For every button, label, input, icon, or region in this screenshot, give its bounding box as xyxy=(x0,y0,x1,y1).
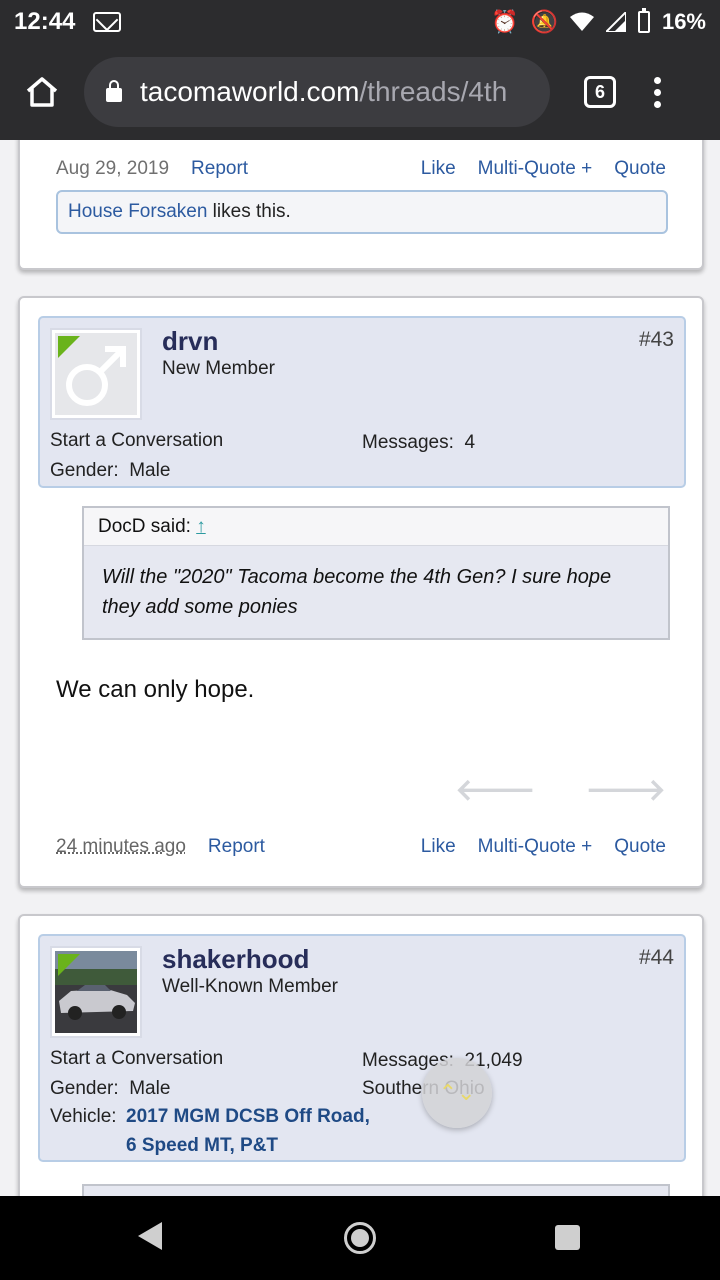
lock-icon xyxy=(106,80,122,102)
post-footer: 24 minutes ago Report Like Multi-Quote +… xyxy=(56,832,666,862)
battery-icon xyxy=(637,8,650,33)
post-number[interactable]: #43 xyxy=(639,328,674,352)
wifi-icon xyxy=(569,12,594,31)
browser-toolbar: tacomaworld.com/threads/4th 6 xyxy=(0,44,720,140)
user-title: Well-Known Member xyxy=(162,976,338,997)
post-body: We can only hope. xyxy=(56,676,255,703)
system-nav-bar xyxy=(0,1196,720,1280)
page-content: Aug 29, 2019 Report Like Multi-Quote + Q… xyxy=(0,140,720,1196)
start-conversation-link[interactable]: Start a Conversation xyxy=(50,1048,223,1070)
multi-quote-link[interactable]: Multi-Quote + xyxy=(478,158,593,180)
status-icons: ⏰ 🔕 16% xyxy=(491,8,706,35)
status-bar: 12:44 ⏰ 🔕 16% xyxy=(0,0,720,44)
online-indicator xyxy=(58,954,80,976)
overflow-menu-button[interactable] xyxy=(654,76,661,108)
quote-text: Will the "2020" Tacoma become the 4th Ge… xyxy=(102,566,612,618)
avatar[interactable] xyxy=(50,328,142,420)
battery-percent: 16% xyxy=(661,9,706,34)
quote-jump-link[interactable]: ↑ xyxy=(196,516,206,537)
vehicle-value-line2: 6 Speed MT, P&T xyxy=(126,1135,279,1156)
chevrons-icon: ⌃⌄ xyxy=(438,1080,476,1105)
alarm-icon: ⏰ xyxy=(491,9,519,34)
arrow-right-icon[interactable]: 🡒 xyxy=(586,772,666,808)
gender-info: Gender: Male xyxy=(50,1078,171,1099)
user-title: New Member xyxy=(162,358,275,379)
quote-block: DocD said: ↑ Will the "2020" Tacoma beco… xyxy=(82,506,670,640)
post-number[interactable]: #44 xyxy=(639,946,674,970)
home-icon xyxy=(26,77,58,107)
quote-link[interactable]: Quote xyxy=(614,836,666,858)
user-info-block: drvn New Member #43 Start a Conversation… xyxy=(38,316,686,488)
scroll-floating-button[interactable]: ⌃⌄ xyxy=(422,1058,492,1128)
url-text: tacomaworld.com/threads/4th xyxy=(140,76,508,107)
post-card-44: shakerhood Well-Known Member #44 Start a… xyxy=(18,914,704,1196)
gender-info: Gender: Male xyxy=(50,460,171,481)
quote-header: DocD said: ↑ xyxy=(84,508,668,546)
silent-icon: 🔕 xyxy=(530,9,558,34)
post-footer: Aug 29, 2019 Report Like Multi-Quote + Q… xyxy=(56,154,666,184)
like-link[interactable]: Like xyxy=(421,836,456,858)
home-button[interactable] xyxy=(0,44,84,140)
liker-link[interactable]: House Forsaken xyxy=(68,201,207,222)
post-card-42: Aug 29, 2019 Report Like Multi-Quote + Q… xyxy=(18,140,704,270)
signal-icon xyxy=(605,12,626,32)
vehicle-value-line1: 2017 MGM DCSB Off Road, xyxy=(126,1106,370,1127)
avatar[interactable] xyxy=(50,946,142,1038)
username[interactable]: shakerhood xyxy=(162,944,309,975)
back-icon[interactable] xyxy=(138,1222,162,1250)
multi-quote-link[interactable]: Multi-Quote + xyxy=(478,836,593,858)
address-bar[interactable]: tacomaworld.com/threads/4th xyxy=(84,57,550,127)
vehicle-label: Vehicle: xyxy=(50,1106,117,1127)
user-info-block: shakerhood Well-Known Member #44 Start a… xyxy=(38,934,686,1162)
username[interactable]: drvn xyxy=(162,326,218,357)
post-card-43: drvn New Member #43 Start a Conversation… xyxy=(18,296,704,888)
online-indicator xyxy=(58,336,80,358)
post-date: Aug 29, 2019 xyxy=(56,158,170,179)
likes-summary: House Forsaken likes this. xyxy=(56,190,668,234)
quote-block xyxy=(82,1184,670,1196)
like-link[interactable]: Like xyxy=(421,158,456,180)
quote-link[interactable]: Quote xyxy=(614,158,666,180)
report-link[interactable]: Report xyxy=(208,836,265,858)
report-link[interactable]: Report xyxy=(191,158,248,180)
status-time: 12:44 xyxy=(14,8,76,35)
post-time[interactable]: 24 minutes ago xyxy=(56,836,186,858)
home-circle-icon[interactable] xyxy=(344,1222,376,1254)
start-conversation-link[interactable]: Start a Conversation xyxy=(50,430,223,452)
arrow-left-icon[interactable]: 🡐 xyxy=(455,772,535,808)
tab-switcher-button[interactable]: 6 xyxy=(584,76,616,108)
recents-icon[interactable] xyxy=(555,1225,580,1250)
post-nav-arrows: 🡐 🡒 xyxy=(455,772,666,808)
messages-count: Messages: 4 xyxy=(362,432,476,453)
gmail-icon xyxy=(93,12,122,32)
